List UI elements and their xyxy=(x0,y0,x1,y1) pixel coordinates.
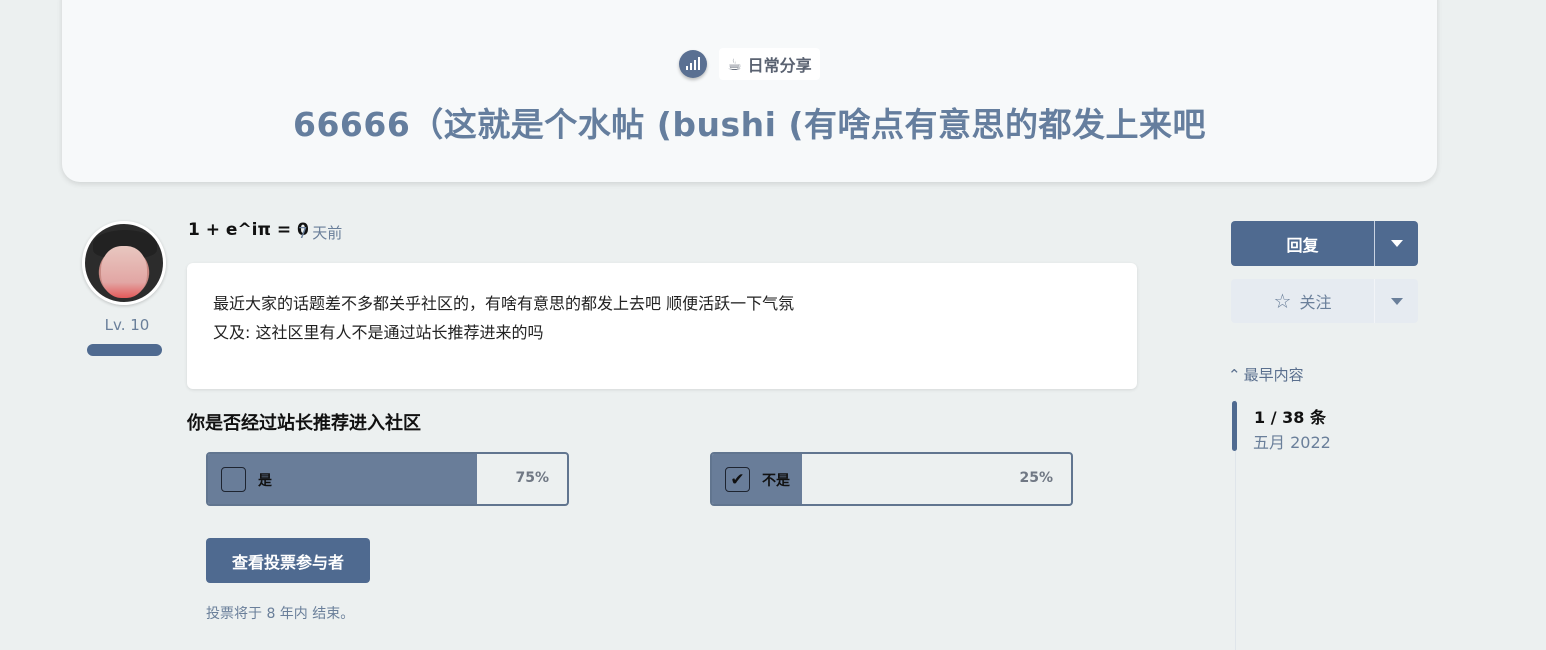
coffee-cup-icon: ☕ xyxy=(727,54,742,74)
tag-label: 日常分享 xyxy=(747,56,812,75)
follow-button[interactable]: ☆ 关注 xyxy=(1231,279,1375,323)
check-icon: ✔ xyxy=(730,469,745,490)
signal-bars-icon[interactable] xyxy=(679,50,708,78)
poll-option-fill xyxy=(208,454,478,504)
post-time[interactable]: 7 天前 xyxy=(298,222,342,243)
poll-end-text: 投票将于 8 年内 结束。 xyxy=(206,606,355,622)
star-icon: ☆ xyxy=(1273,289,1292,313)
discussion-title: 66666（这就是个水帖 (bushi (有啥点有意思的都发上来吧 xyxy=(292,105,1206,144)
follow-dropdown-toggle[interactable] xyxy=(1375,279,1418,323)
follow-label: 关注 xyxy=(1299,293,1332,312)
scrubber-month: 五月 2022 xyxy=(1253,433,1331,452)
poll-option-no[interactable]: ✔ 不是 25% xyxy=(710,452,1073,506)
chevron-down-icon xyxy=(1390,240,1403,247)
scrubber-earliest-link[interactable]: ⌃ 最早内容 xyxy=(1228,364,1304,385)
post-body-line: 又及: 这社区里有人不是通过站长推荐进来的吗 xyxy=(213,323,544,342)
tag-list: ☕ 日常分享 xyxy=(62,48,1437,80)
reply-dropdown-toggle[interactable] xyxy=(1375,221,1418,266)
scrubber-count: 1 / 38 条 xyxy=(1254,408,1326,427)
avatar[interactable] xyxy=(82,221,166,305)
tag-daily-share[interactable]: ☕ 日常分享 xyxy=(719,48,820,80)
checkbox-checked[interactable]: ✔ xyxy=(725,467,750,492)
poll-option-label: 是 xyxy=(258,473,272,489)
discussion-hero: ☕ 日常分享 66666（这就是个水帖 (bushi (有啥点有意思的都发上来吧 xyxy=(62,0,1437,182)
follow-button-group: ☆ 关注 xyxy=(1231,279,1418,323)
view-voters-button[interactable]: 查看投票参与者 xyxy=(206,538,370,583)
post-author[interactable]: 1 + e^iπ = 0 xyxy=(188,220,309,240)
level-progress-bar xyxy=(87,344,162,356)
post-body-line: 最近大家的话题差不多都关乎社区的，有啥有意思的都发上去吧 顺便活跃一下气氛 xyxy=(213,294,795,313)
scrubber-handle[interactable] xyxy=(1232,401,1237,451)
poll-question: 你是否经过站长推荐进入社区 xyxy=(187,413,421,434)
poll-option-percent: 25% xyxy=(1019,470,1053,486)
reply-button-group: 回复 xyxy=(1231,221,1418,266)
user-level: Lv. 10 xyxy=(104,316,150,334)
double-chevron-up-icon: ⌃ xyxy=(1228,365,1241,384)
poll-option-yes[interactable]: 是 75% xyxy=(206,452,569,506)
post-body: 最近大家的话题差不多都关乎社区的，有啥有意思的都发上去吧 顺便活跃一下气氛 又及… xyxy=(187,263,1137,389)
poll-option-label: 不是 xyxy=(762,473,790,489)
earliest-label: 最早内容 xyxy=(1243,366,1304,384)
reply-button[interactable]: 回复 xyxy=(1231,221,1375,266)
chevron-down-icon xyxy=(1390,297,1403,305)
poll-option-percent: 75% xyxy=(515,470,549,486)
checkbox[interactable] xyxy=(221,467,246,492)
